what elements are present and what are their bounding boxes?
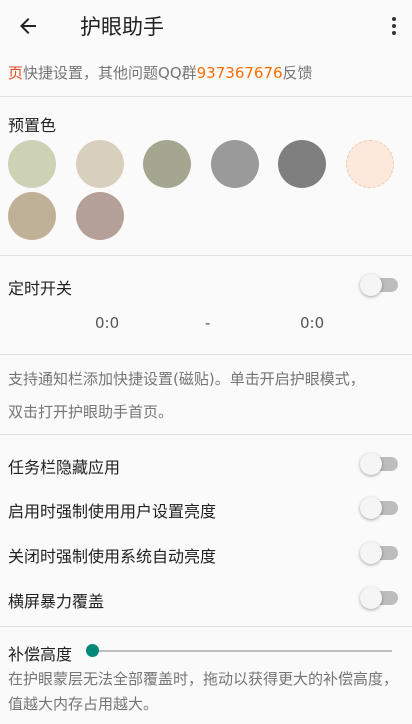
preset-color-1[interactable] [8,140,56,188]
compensation-description: 在护眼蒙层无法全部覆盖时，拖动以获得更大的补偿高度， 值越大内存占用越大。 [8,670,399,713]
app-bar: 护眼助手 [0,0,412,52]
preset-color-6[interactable] [346,140,394,188]
force-auto-brightness-switch[interactable] [360,541,400,565]
timer-start[interactable]: 0:0 [95,314,119,332]
divider [0,354,412,355]
arrow-back-icon [20,18,36,34]
compensation-slider-track[interactable] [92,650,392,652]
divider [0,96,412,97]
preset-color-5[interactable] [278,140,326,188]
toggle-label-hide-app: 任务栏隐藏应用 [8,458,121,477]
toggle-label-force-user-brightness: 启用时强制使用用户设置亮度 [8,502,217,521]
more-options-button[interactable] [382,10,406,42]
force-user-brightness-switch[interactable] [360,496,400,520]
more-vert-icon [392,17,396,21]
tile-description: 支持通知栏添加快捷设置(磁贴)。单击开启护眼模式， 双击打开护眼助手首页。 [8,370,365,421]
timer-separator: - [205,314,211,332]
timer-end[interactable]: 0:0 [300,314,324,332]
divider [0,255,412,256]
notice-text: 页快捷设置，其他问题QQ群937367676反馈 [8,64,313,82]
preset-color-3[interactable] [143,140,191,188]
preset-color-4[interactable] [211,140,259,188]
back-button[interactable] [0,0,56,52]
page-title: 护眼助手 [80,15,164,39]
compensation-slider-thumb[interactable] [86,644,99,657]
divider [0,434,412,435]
qq-group-link[interactable]: 937367676 [197,64,283,82]
preset-color-8[interactable] [76,192,124,240]
presets-label: 预置色 [8,116,57,135]
hide-app-switch[interactable] [360,452,400,476]
preset-color-7[interactable] [8,192,56,240]
timer-label: 定时开关 [8,279,73,298]
toggle-label-landscape-overlay: 横屏暴力覆盖 [8,592,105,611]
divider [0,626,412,627]
toggle-label-force-auto-brightness: 关闭时强制使用系统自动亮度 [8,547,217,566]
timer-switch[interactable] [360,273,400,297]
compensation-label: 补偿高度 [8,645,73,664]
preset-color-2[interactable] [76,140,124,188]
landscape-overlay-switch[interactable] [360,586,400,610]
